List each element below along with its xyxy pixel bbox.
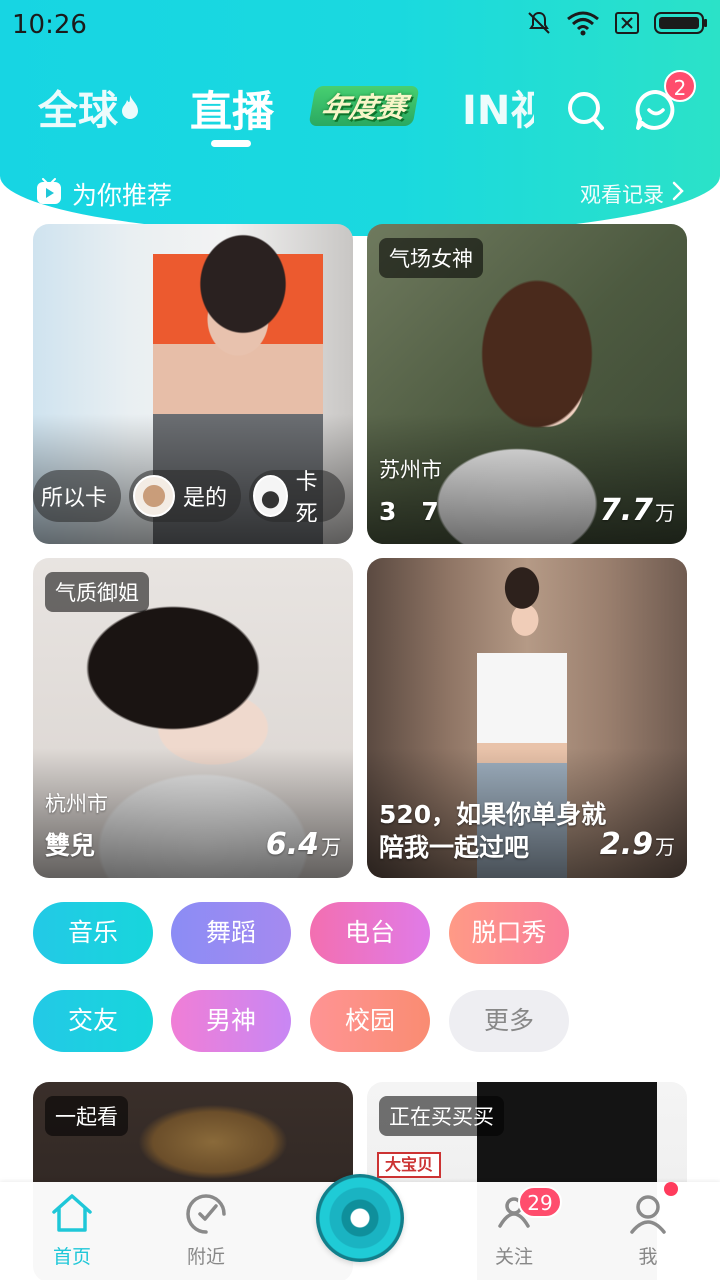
nav-home-label: 首页 <box>52 1246 91 1268</box>
status-icons <box>526 10 708 36</box>
category-talk-show[interactable]: 脱口秀 <box>449 902 569 964</box>
view-count-number: 6.4 <box>265 827 319 862</box>
viewer-chip[interactable]: 卡死 <box>249 470 346 522</box>
card-view-count: 6.4 万 <box>266 827 341 862</box>
tab-in-video[interactable]: IN视 <box>462 78 534 136</box>
tab-global[interactable]: 全球 <box>38 78 140 136</box>
live-card-2[interactable]: 气场女神 苏州市 3 7 7.7 万 <box>367 224 687 544</box>
flame-icon <box>122 95 138 119</box>
watch-history-link[interactable]: 观看记录 <box>580 179 664 209</box>
viewer-chip[interactable]: 是的 <box>129 470 242 522</box>
follow-badge: 29 <box>518 1186 562 1218</box>
card-view-count: 7.7 万 <box>600 493 675 528</box>
card-tag: 一起看 <box>45 1096 128 1136</box>
wifi-icon <box>567 11 599 36</box>
viewer-chip-label: 所以卡 <box>41 486 108 511</box>
category-campus[interactable]: 校园 <box>310 990 430 1052</box>
tab-annual-contest[interactable]: 年度赛 <box>308 86 420 126</box>
nav-me[interactable]: 我 <box>608 1192 688 1269</box>
card-tag: 正在买买买 <box>379 1096 504 1136</box>
card-1-viewer-chips: 所以卡 是的 卡死 <box>33 470 346 522</box>
view-count-number: 7.7 <box>599 493 653 528</box>
tab-live-indicator <box>211 140 251 147</box>
card-city: 苏州市 <box>379 458 442 482</box>
viewer-chip-label: 是的 <box>183 486 228 511</box>
recommend-title: 为你推荐 <box>72 181 173 210</box>
category-friends[interactable]: 交友 <box>33 990 153 1052</box>
no-sim-icon <box>615 12 639 34</box>
shop-sign: 大宝贝 <box>377 1152 441 1178</box>
avatar <box>133 475 176 517</box>
nav-home[interactable]: 首页 <box>32 1192 112 1269</box>
notification-dot <box>664 1182 678 1196</box>
category-male-idol[interactable]: 男神 <box>171 990 291 1052</box>
view-count-number: 2.9 <box>599 827 653 862</box>
card-anchor-name: 3 7 <box>379 497 439 526</box>
profile-icon <box>630 1195 666 1234</box>
status-time: 10:26 <box>12 10 87 40</box>
card-anchor-name: 雙兒 <box>45 831 96 860</box>
top-nav: 全球 直播 年度赛 IN视 <box>0 78 720 150</box>
recommend-header: 为你推荐 观看记录 <box>0 176 720 212</box>
tab-live[interactable]: 直播 <box>190 78 274 139</box>
location-icon <box>186 1194 226 1234</box>
play-tv-icon <box>37 178 61 204</box>
card-view-count: 2.9 万 <box>600 827 675 862</box>
search-icon[interactable] <box>566 88 606 132</box>
live-card-3[interactable]: 气质御姐 杭州市 雙兒 6.4 万 <box>33 558 353 878</box>
nav-me-label: 我 <box>638 1246 658 1268</box>
view-count-unit: 万 <box>321 835 341 859</box>
tab-global-label: 全球 <box>38 88 118 134</box>
battery-icon <box>654 12 707 34</box>
category-more[interactable]: 更多 <box>449 990 569 1052</box>
mute-icon <box>528 11 550 34</box>
message-badge: 2 <box>664 70 696 102</box>
nav-nearby-label: 附近 <box>186 1246 225 1268</box>
live-camera-icon[interactable] <box>316 1174 404 1262</box>
viewer-chip[interactable]: 所以卡 <box>33 470 122 522</box>
avatar <box>253 475 288 517</box>
status-bar: 10:26 <box>0 0 720 50</box>
category-music[interactable]: 音乐 <box>33 902 153 964</box>
card-tag: 气质御姐 <box>45 572 149 612</box>
card-tag: 气场女神 <box>379 238 483 278</box>
viewer-chip-label: 卡死 <box>295 470 318 522</box>
category-radio[interactable]: 电台 <box>310 902 430 964</box>
view-count-unit: 万 <box>655 835 675 859</box>
chevron-right-icon[interactable] <box>670 180 686 202</box>
nav-follow-label: 关注 <box>494 1246 533 1268</box>
card-caption: 520，如果你单身就陪我一起过吧 <box>379 800 607 862</box>
live-card-4[interactable]: 520，如果你单身就陪我一起过吧 2.9 万 <box>367 558 687 878</box>
category-dance[interactable]: 舞蹈 <box>171 902 291 964</box>
view-count-unit: 万 <box>655 501 675 525</box>
nav-nearby[interactable]: 附近 <box>166 1192 246 1269</box>
home-icon <box>52 1194 92 1232</box>
card-city: 杭州市 <box>45 792 108 816</box>
